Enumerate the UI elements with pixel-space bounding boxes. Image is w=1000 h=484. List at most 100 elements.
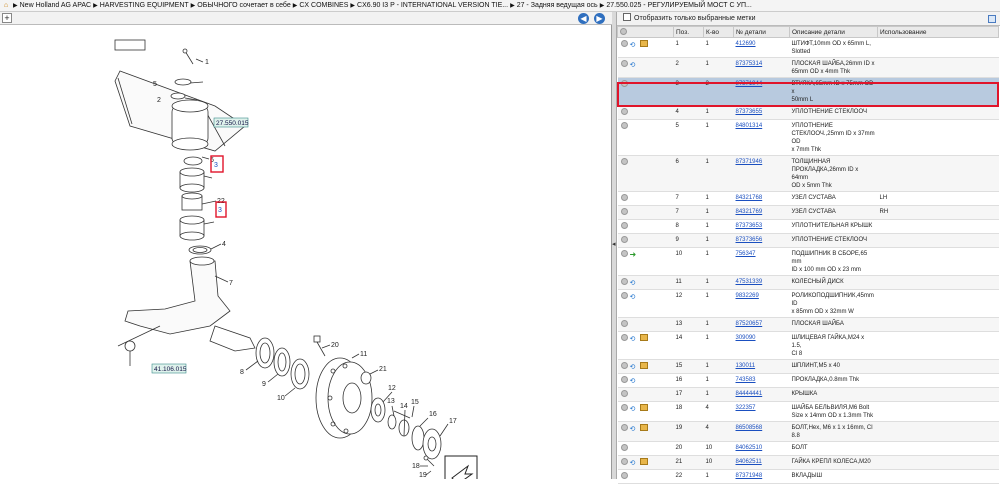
callout-20[interactable]: 20 bbox=[331, 342, 339, 349]
cell-part-number-link[interactable]: 84801314 bbox=[733, 119, 790, 156]
info-icon[interactable] bbox=[620, 404, 628, 411]
info-icon[interactable] bbox=[620, 376, 628, 383]
cell-part-number-link[interactable]: 84062510 bbox=[733, 441, 790, 456]
cell-part-number-link[interactable]: 84321768 bbox=[733, 191, 790, 206]
callout-4[interactable]: 4 bbox=[222, 241, 226, 248]
col-header-pos[interactable]: Поз. bbox=[673, 26, 704, 38]
table-row[interactable]: 20 10 84062510 БОЛТ bbox=[617, 441, 999, 456]
col-header-part-number[interactable]: № детали bbox=[733, 26, 790, 38]
table-row[interactable]: ⟲ 15 1 130011 ШПЛИНТ,M5 x 40 bbox=[617, 359, 999, 374]
table-row[interactable]: 5 1 84801314 УПЛОТНЕНИЕ СТЕКЛООЧ.,25mm ID x … bbox=[617, 119, 999, 156]
info-icon[interactable] bbox=[620, 444, 628, 451]
maximize-icon[interactable] bbox=[988, 15, 996, 23]
info-icon[interactable] bbox=[620, 60, 628, 67]
arrow-left-icon[interactable]: ◀ bbox=[578, 13, 589, 24]
package-icon[interactable] bbox=[639, 424, 648, 431]
callout-14[interactable]: 14 bbox=[400, 403, 408, 410]
breadcrumb-item[interactable]: HARVESTING EQUIPMENT bbox=[100, 2, 189, 9]
table-row[interactable]: ⟲ 19 4 86508568 БОЛТ,Hex, M6 x 1 x 16mm, Cl 8… bbox=[617, 421, 999, 442]
info-icon[interactable] bbox=[620, 458, 628, 465]
table-row[interactable]: ⟲ 16 1 743583 ПРОКЛАДКА,0.8mm Thk bbox=[617, 373, 999, 388]
info-icon[interactable] bbox=[620, 40, 628, 47]
info-icon[interactable] bbox=[620, 122, 628, 129]
replacement-arrow-icon[interactable]: ⟲ bbox=[630, 364, 638, 371]
table-row[interactable]: ⟲ 12 1 9832269 РОЛИКОПОДШИПНИК,45mm ID x 85mm… bbox=[617, 289, 999, 318]
exploded-diagram[interactable]: 1 5 2 6 22 4 7 20 11 21 8 9 10 12 13 15 … bbox=[0, 26, 611, 479]
cell-part-number-link[interactable]: 87373656 bbox=[733, 233, 790, 248]
package-icon[interactable] bbox=[639, 458, 648, 465]
replacement-arrow-icon[interactable]: ⟲ bbox=[630, 378, 638, 385]
cell-part-number-link[interactable]: 84444441 bbox=[733, 387, 790, 402]
table-row[interactable]: ⟲ 11 1 47531339 КОЛЕСНЫЙ ДИСК bbox=[617, 275, 999, 290]
cell-part-number-link[interactable]: 87371946 bbox=[733, 155, 790, 192]
table-row[interactable]: 22 1 87371948 ВКЛАДЫШ bbox=[617, 469, 999, 484]
breadcrumb-item[interactable]: ОБЫЧНОГО сочетает в себе bbox=[197, 2, 290, 9]
callout-16[interactable]: 16 bbox=[429, 411, 437, 418]
table-row[interactable]: ⟲ 1 1 412690 ШТИФТ,10mm OD x 65mm L, Slotted bbox=[617, 37, 999, 58]
info-icon[interactable] bbox=[620, 236, 628, 243]
callout-17[interactable]: 17 bbox=[449, 418, 457, 425]
replacement-arrow-icon[interactable]: ⟲ bbox=[630, 42, 638, 49]
breadcrumb-item[interactable]: New Holland AG APAC bbox=[20, 2, 91, 9]
table-row[interactable]: 3 2 87371944 ВТУЛКА,65mm ID x 75mm OD x 50mm… bbox=[617, 77, 999, 106]
cell-part-number-link[interactable]: 87373655 bbox=[733, 105, 790, 120]
info-icon[interactable] bbox=[620, 362, 628, 369]
breadcrumb-item[interactable]: 27 - Задняя ведущая ось bbox=[517, 2, 598, 9]
info-icon[interactable] bbox=[620, 278, 628, 285]
cell-part-number-link[interactable]: 322357 bbox=[733, 401, 790, 422]
info-icon[interactable] bbox=[620, 222, 628, 229]
cell-part-number-link[interactable]: 84321769 bbox=[733, 205, 790, 220]
info-icon[interactable] bbox=[620, 390, 628, 397]
info-icon[interactable] bbox=[620, 80, 628, 87]
table-row[interactable]: 7 1 84321768 УЗЕЛ СУСТАВА LH bbox=[617, 191, 999, 206]
cell-part-number-link[interactable]: 84062511 bbox=[733, 455, 790, 470]
cell-part-number-link[interactable]: 309090 bbox=[733, 331, 790, 360]
callout-15[interactable]: 15 bbox=[411, 399, 419, 406]
replacement-arrow-icon[interactable]: ⟲ bbox=[630, 294, 638, 301]
cell-part-number-link[interactable]: 87520657 bbox=[733, 317, 790, 332]
arrow-right-icon[interactable]: ▶ bbox=[594, 13, 605, 24]
callout-2[interactable]: 2 bbox=[157, 97, 161, 104]
cell-part-number-link[interactable]: 743583 bbox=[733, 373, 790, 388]
info-icon[interactable] bbox=[620, 250, 628, 257]
info-icon[interactable] bbox=[620, 292, 628, 299]
table-row[interactable]: 17 1 84444441 КРЫШКА bbox=[617, 387, 999, 402]
replacement-arrow-icon[interactable]: ⟲ bbox=[630, 336, 638, 343]
cell-part-number-link[interactable]: 130011 bbox=[733, 359, 790, 374]
table-row[interactable]: 6 1 87371946 ТОЛЩИННАЯ ПРОКЛАДКА,26mm ID x 6… bbox=[617, 155, 999, 192]
table-row[interactable]: 13 1 87520657 ПЛОСКАЯ ШАЙБА bbox=[617, 317, 999, 332]
col-header-qty[interactable]: К-во bbox=[703, 26, 734, 38]
table-row[interactable]: ➜ 10 1 756347 ПОДШИПНИК В СБОРЕ,65 mm ID x 10… bbox=[617, 247, 999, 276]
callout-8[interactable]: 8 bbox=[240, 369, 244, 376]
info-icon[interactable] bbox=[620, 108, 628, 115]
package-icon[interactable] bbox=[639, 40, 648, 47]
callout-1[interactable]: 1 bbox=[205, 59, 209, 66]
breadcrumb-item[interactable]: 27.550.025 - РЕГУЛИРУЕМЫЙ МОСТ С УП... bbox=[606, 2, 752, 9]
info-icon[interactable] bbox=[620, 208, 628, 215]
cell-part-number-link[interactable]: 87371948 bbox=[733, 469, 790, 484]
package-icon[interactable] bbox=[639, 404, 648, 411]
callout-13[interactable]: 13 bbox=[387, 398, 395, 405]
home-icon[interactable]: ⌂ bbox=[1, 0, 11, 11]
callout-21[interactable]: 21 bbox=[379, 366, 387, 373]
info-icon[interactable] bbox=[620, 334, 628, 341]
table-row[interactable]: ⟲ 18 4 322357 ШАЙБА БЕЛЬВИЛЯ,M6 Bolt Size x 1… bbox=[617, 401, 999, 422]
callout-7[interactable]: 7 bbox=[229, 280, 233, 287]
callout-18[interactable]: 18 bbox=[412, 463, 420, 470]
info-icon[interactable] bbox=[620, 424, 628, 431]
cell-part-number-link[interactable]: 86508568 bbox=[733, 421, 790, 442]
col-header-usage[interactable]: Использование bbox=[877, 26, 999, 38]
table-row[interactable]: ⟲ 21 10 84062511 ГАЙКА КРЕПЛ КОЛЕСА,M20 bbox=[617, 455, 999, 470]
table-row[interactable]: 9 1 87373656 УПЛОТНЕНИЕ СТЕКЛООЧ bbox=[617, 233, 999, 248]
cell-part-number-link[interactable]: 87371944 bbox=[733, 77, 790, 106]
green-arrow-icon[interactable]: ➜ bbox=[630, 251, 639, 259]
cell-part-number-link[interactable]: 412690 bbox=[733, 37, 790, 58]
ref-tag-27-550-015[interactable]: 27.550.015 bbox=[213, 117, 249, 128]
show-selected-checkbox[interactable] bbox=[623, 13, 631, 21]
replacement-arrow-icon[interactable]: ⟲ bbox=[630, 280, 638, 287]
package-icon[interactable] bbox=[639, 362, 648, 369]
cell-part-number-link[interactable]: 87373653 bbox=[733, 219, 790, 234]
cell-part-number-link[interactable]: 756347 bbox=[733, 247, 790, 276]
info-icon[interactable] bbox=[620, 194, 628, 201]
info-icon[interactable] bbox=[620, 320, 628, 327]
